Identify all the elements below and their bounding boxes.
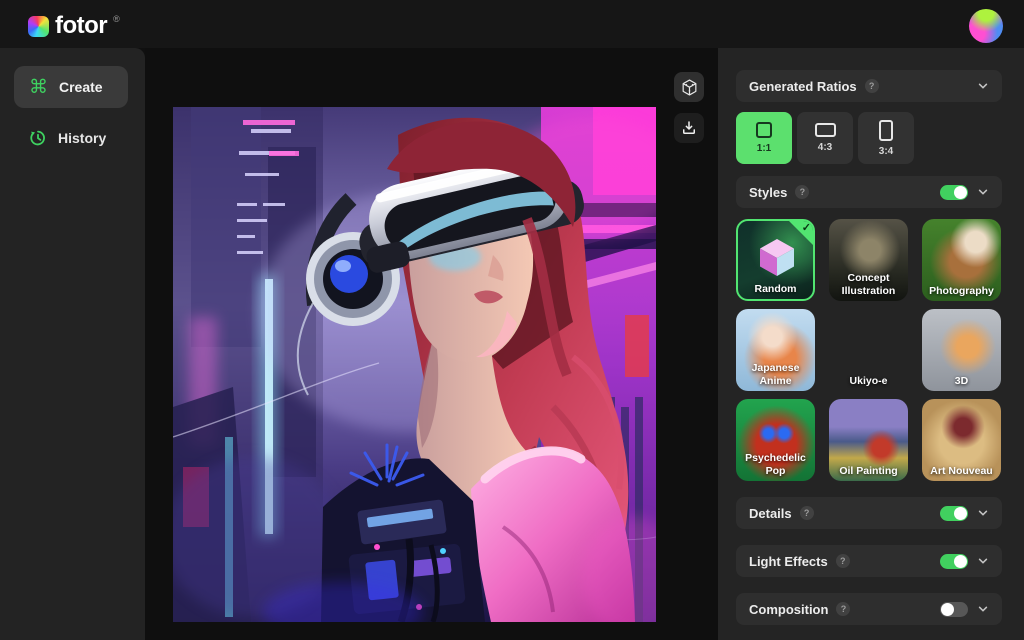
style-tile-concept-illustration[interactable]: Concept Illustration [829,219,908,301]
chevron-down-icon [977,603,989,615]
sidebar: ⌘ Create History [0,48,145,640]
style-label: Psychedelic Pop [738,452,813,477]
fotor-app: fotor ® ⌘ Create History [0,0,1024,640]
style-tile-photography[interactable]: Photography [922,219,1001,301]
style-label: Ukiyo-e [831,375,906,387]
ratio-option-3-4[interactable]: 3:4 [858,112,914,164]
command-icon: ⌘ [29,78,48,97]
style-tile-psychedelic-pop[interactable]: Psychedelic Pop [736,399,815,481]
section-title: Details [749,506,792,521]
sidebar-item-create[interactable]: ⌘ Create [14,66,128,108]
section-title: Composition [749,602,828,617]
style-tile-3d[interactable]: 3D [922,309,1001,391]
style-tile-art-nouveau[interactable]: Art Nouveau [922,399,1001,481]
ratio-label: 4:3 [818,142,832,153]
chevron-down-icon [977,555,989,567]
portrait-ratio-icon [879,120,893,141]
brand-logo[interactable]: fotor ® [28,13,120,39]
style-label: 3D [924,375,999,387]
style-tile-oil-painting[interactable]: Oil Painting [829,399,908,481]
section-styles[interactable]: Styles ? [736,176,1002,208]
settings-panel: Generated Ratios ? 1:1 4:3 3:4 Styles ? [718,48,1024,640]
cube-art [755,234,799,278]
generated-image [173,107,656,622]
ratio-label: 3:4 [879,146,893,157]
canvas-area [145,48,718,640]
generated-image-art [173,107,656,622]
style-tile-random[interactable]: ✓ Random [736,219,815,301]
section-title: Generated Ratios [749,79,857,94]
help-icon[interactable]: ? [865,79,879,93]
section-generated-ratios[interactable]: Generated Ratios ? [736,70,1002,102]
ratio-option-1-1[interactable]: 1:1 [736,112,792,164]
check-icon: ✓ [802,221,811,234]
brand-name: fotor [55,13,107,39]
sidebar-item-history[interactable]: History [14,118,128,158]
cube-3d-icon [680,78,699,97]
styles-toggle[interactable] [940,185,968,200]
chevron-down-icon [977,186,989,198]
details-toggle[interactable] [940,506,968,521]
style-tile-ukiyo-e[interactable]: Ukiyo-e [829,309,908,391]
history-icon [29,129,47,147]
section-composition[interactable]: Composition ? [736,593,1002,625]
view-3d-button[interactable] [674,72,704,102]
download-icon [680,119,698,137]
ratio-label: 1:1 [757,143,771,154]
style-label: Photography [924,285,999,297]
square-ratio-icon [756,122,772,138]
section-title: Styles [749,185,787,200]
style-label: Concept Illustration [831,272,906,297]
chevron-down-icon [977,80,989,92]
sidebar-item-label: Create [59,79,103,95]
account-avatar[interactable] [969,9,1003,43]
section-light-effects[interactable]: Light Effects ? [736,545,1002,577]
style-label: Oil Painting [831,465,906,477]
landscape-ratio-icon [815,123,836,137]
composition-toggle[interactable] [940,602,968,617]
download-button[interactable] [674,113,704,143]
section-title: Light Effects [749,554,828,569]
chevron-down-icon [977,507,989,519]
style-grid: ✓ Random Concept Illustration Photograph… [736,219,1002,481]
ratio-options: 1:1 4:3 3:4 [736,112,914,164]
help-icon[interactable]: ? [836,602,850,616]
help-icon[interactable]: ? [800,506,814,520]
top-bar: fotor ® [0,0,1024,48]
section-details[interactable]: Details ? [736,497,1002,529]
help-icon[interactable]: ? [836,554,850,568]
registered-mark: ® [113,14,120,24]
style-label: Random [740,283,811,295]
ratio-option-4-3[interactable]: 4:3 [797,112,853,164]
sidebar-item-label: History [58,130,106,146]
style-tile-japanese-anime[interactable]: Japanese Anime [736,309,815,391]
help-icon[interactable]: ? [795,185,809,199]
style-label: Art Nouveau [924,465,999,477]
light-effects-toggle[interactable] [940,554,968,569]
style-label: Japanese Anime [738,362,813,387]
fotor-logo-icon [28,16,49,37]
